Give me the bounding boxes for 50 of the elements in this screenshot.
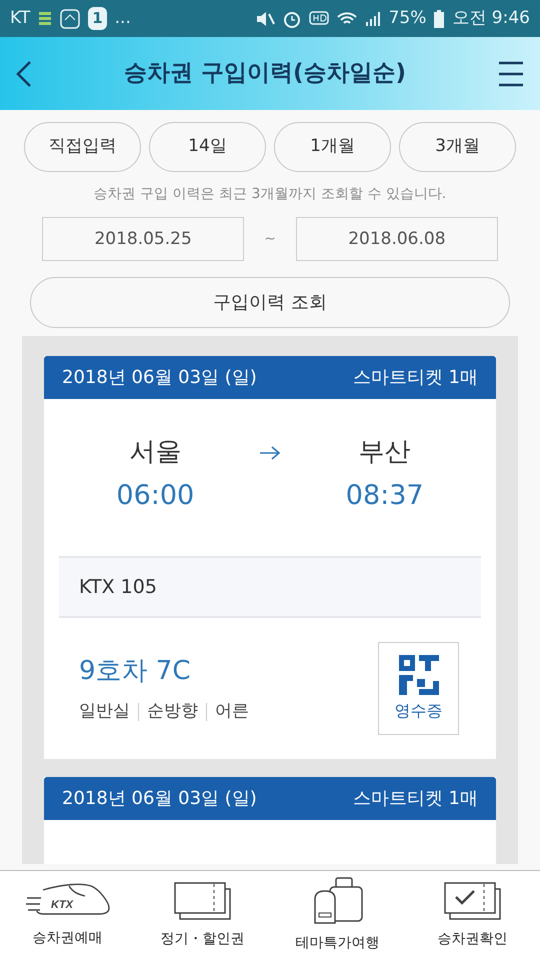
notification-count: 1: [88, 7, 107, 30]
arrival-time: 08:37: [346, 479, 424, 513]
range-separator: ~: [263, 230, 277, 248]
ticket-check-icon: [444, 881, 502, 921]
battery-icon: [434, 10, 444, 28]
menu-icon: [498, 60, 524, 86]
ticket-detail: 어른: [215, 700, 249, 724]
notice-text: 승차권 구입 이력은 최근 3개월까지 조회할 수 있습니다.: [92, 185, 448, 204]
hd-icon: [308, 10, 329, 26]
seat-number: 9호차 7C: [79, 655, 192, 688]
clock-text: 오전 9:46: [452, 6, 530, 30]
menu-button[interactable]: [498, 60, 524, 86]
bottom-nav-item[interactable]: KTX 승차권예매: [8, 882, 128, 949]
arrival-station: 부산: [358, 436, 411, 469]
bottom-nav-item[interactable]: 테마특가여행: [278, 877, 398, 954]
period-button[interactable]: 14일: [149, 122, 266, 172]
receipt-button[interactable]: 영수증: [378, 642, 459, 735]
back-button[interactable]: [16, 60, 32, 88]
period-button[interactable]: 3개월: [399, 122, 516, 172]
date-from-field[interactable]: 2018.05.25: [42, 217, 244, 261]
arrow-icon: [258, 445, 281, 461]
app-notification-icon: [60, 8, 80, 28]
departure-time: 06:00: [116, 479, 194, 513]
tickets-icon: [174, 881, 232, 921]
date-to-field[interactable]: 2018.06.08: [296, 217, 498, 261]
period-button[interactable]: 직접입력: [24, 122, 141, 172]
bottom-nav-item[interactable]: 정기・할인권: [142, 881, 262, 950]
battery-percent: 75%: [388, 6, 426, 30]
ticket-type: 스마트티켓 1매: [352, 366, 478, 390]
page-title: 승차권 구입이력(승차일순): [124, 59, 406, 88]
ticket-detail: 일반실: [79, 700, 130, 724]
period-button[interactable]: 1개월: [274, 122, 391, 172]
departure-station: 서울: [129, 436, 182, 469]
back-icon: [16, 60, 32, 88]
search-button[interactable]: 구입이력 조회: [30, 277, 510, 328]
train-number: KTX 105: [79, 574, 157, 600]
signal-icon: [364, 10, 381, 26]
battery-stack-icon: [38, 10, 52, 26]
ticket-date: 2018년 06월 03일 (일): [62, 366, 257, 390]
luggage-icon: [312, 877, 364, 925]
ticket-type: 스마트티켓 1매: [352, 787, 478, 811]
ticket-date: 2018년 06월 03일 (일): [62, 787, 257, 811]
carrier-text: KT: [10, 6, 30, 30]
qr-code-icon: [398, 654, 438, 694]
bottom-nav-item[interactable]: 승차권확인: [412, 881, 532, 950]
mute-icon: [254, 10, 275, 28]
more-notifications: ...: [114, 6, 131, 30]
wifi-icon: [336, 10, 357, 26]
alarm-icon: [282, 10, 301, 28]
ticket-detail: 순방향: [147, 700, 198, 724]
